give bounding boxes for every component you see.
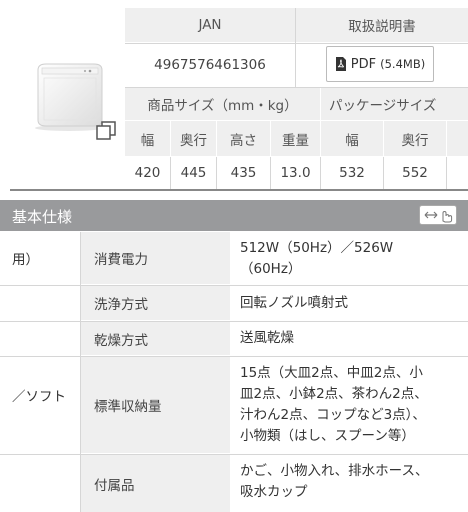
val-pkg-width: 532 [339,165,365,181]
section-title: 基本仕様 [12,208,73,226]
scroll-hint-icon[interactable] [419,205,457,225]
col-depth: 奥行 [171,121,216,156]
spec-left-fragment-capacity: ／ソフト [12,389,66,405]
section-header: 基本仕様 [0,200,468,231]
pdf-label: PDF [350,56,377,72]
col-pkg-width: 幅 [321,121,383,156]
pdf-icon [335,57,346,71]
spec-value-dry: 送風乾燥 [240,330,294,346]
product-size-header: 商品サイズ（mm・kg） [125,88,320,120]
manual-header: 取扱説明書 [296,8,468,42]
pdf-download-button[interactable]: PDF (5.4MB) [326,46,434,82]
spec-label-wash: 洗浄方式 [80,286,230,320]
spec-value-wash: 回転ノズル噴射式 [240,295,348,311]
pdf-size: (5.4MB) [380,57,426,71]
jan-header: JAN [125,8,295,42]
col-height: 高さ [217,121,270,156]
val-width: 420 [134,165,161,181]
spec-label-capacity: 標準収納量 [80,357,230,453]
col-pkg-depth: 奥行 [384,121,446,156]
col-width: 幅 [125,121,170,156]
expand-icon[interactable] [95,120,117,142]
spec-left-fragment-power: 用） [12,252,39,268]
spec-label-power: 消費電力 [80,232,230,284]
package-size-header: パッケージサイズ [321,88,468,120]
val-depth: 445 [180,165,207,181]
spec-value-accessories: かご、小物入れ、排水ホース、 吸水カップ [240,463,429,500]
table-bottom-border [10,189,468,191]
spec-value-capacity: 15点（大皿2点、中皿2点、小 皿2点、小鉢2点、茶わん2点、 汁わん2点、コッ… [240,365,428,444]
val-pkg-depth: 552 [402,165,428,181]
val-weight: 13.0 [280,165,311,181]
col-weight: 重量 [271,121,320,156]
jan-value: 4967576461306 [154,57,266,73]
spec-label-accessories: 付属品 [80,455,230,512]
val-height: 435 [230,165,257,181]
spec-label-dry: 乾燥方式 [80,322,230,355]
col-pkg-extra [447,121,468,156]
spec-value-power: 512W（50Hz）／526W （60Hz） [240,240,394,277]
